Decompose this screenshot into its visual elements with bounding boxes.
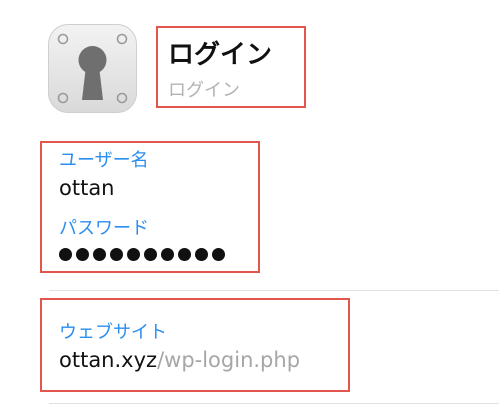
website-domain: ottan.xyz: [59, 348, 158, 372]
password-label: パスワード: [59, 218, 149, 239]
page-subtitle: ログイン: [168, 80, 240, 101]
password-dot: [178, 248, 191, 261]
username-value[interactable]: ottan: [59, 176, 115, 200]
website-url[interactable]: ottan.xyz/wp-login.php: [59, 348, 300, 372]
username-label: ユーザー名: [59, 150, 149, 171]
password-dot: [212, 248, 225, 261]
password-dot: [127, 248, 140, 261]
password-dot: [76, 248, 89, 261]
website-highlight-box: [40, 298, 350, 392]
password-dot: [59, 248, 72, 261]
password-dot: [110, 248, 123, 261]
password-dot: [161, 248, 174, 261]
password-dot: [93, 248, 106, 261]
website-label: ウェブサイト: [59, 322, 167, 343]
website-path: /wp-login.php: [157, 348, 301, 372]
keyhole-lock-icon: [48, 24, 137, 113]
password-dot: [195, 248, 208, 261]
login-item-detail: ログイン ログイン ユーザー名 ottan パスワード ウェブサイト ottan…: [0, 0, 499, 420]
password-dot: [144, 248, 157, 261]
section-divider: [49, 290, 499, 291]
page-title: ログイン: [168, 40, 273, 70]
section-divider: [49, 403, 499, 404]
password-value[interactable]: [59, 248, 225, 261]
